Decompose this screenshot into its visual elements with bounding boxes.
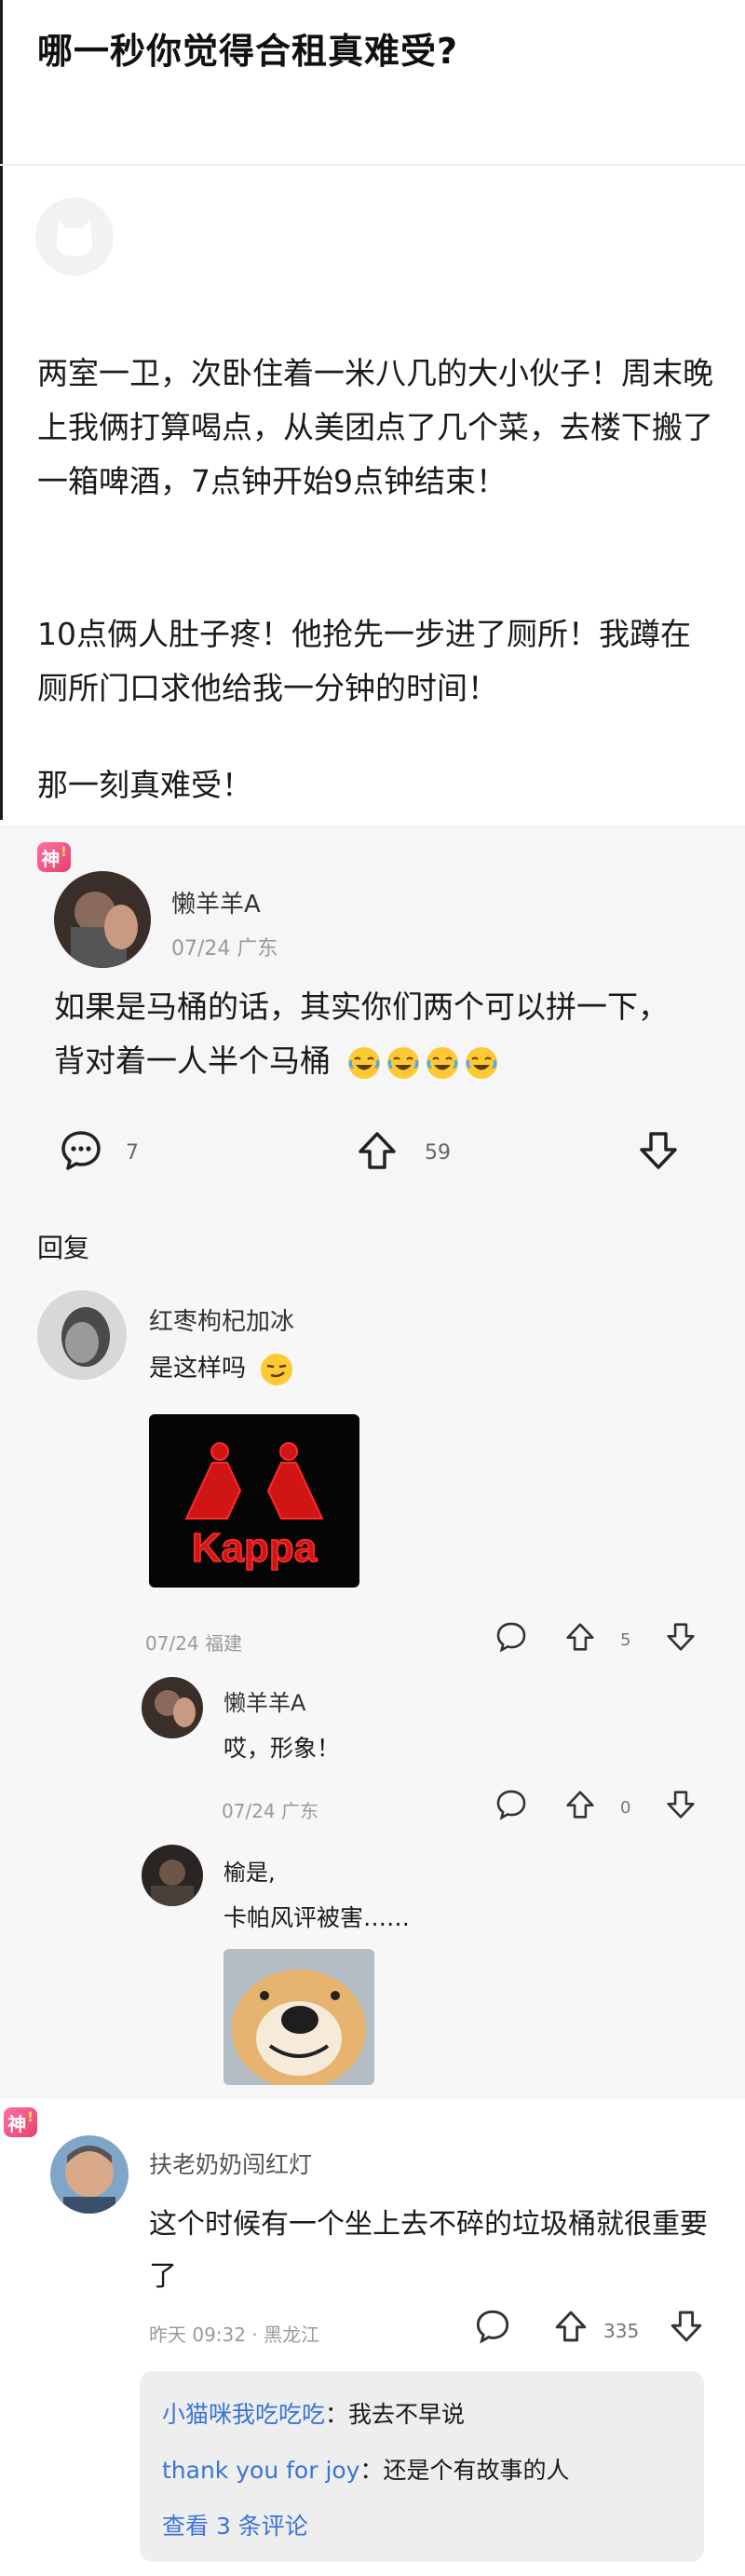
like-count: 335	[603, 2320, 640, 2342]
upvote-button[interactable]	[356, 1129, 399, 1176]
badge-label: 神	[7, 2112, 27, 2135]
downvote-arrow-icon	[667, 1623, 695, 1651]
sub-reply-sep: ：	[325, 2401, 349, 2428]
kappa-logo: Kappa	[184, 1442, 324, 1572]
laughing-tears-icon	[347, 1046, 380, 1079]
comment-button[interactable]	[60, 1129, 102, 1176]
upvote-button[interactable]	[553, 2309, 589, 2348]
laughing-tears-icon	[465, 1046, 497, 1079]
post-paragraph-3: 那一刻真难受！	[37, 767, 252, 803]
page-title: 哪一秒你觉得合租真难受?	[37, 31, 459, 72]
downvote-button[interactable]	[669, 2309, 704, 2348]
sub-reply-author[interactable]: 小猫咪我吃吃吃	[162, 2401, 325, 2428]
kappa-logo-text: Kappa	[192, 1525, 318, 1571]
comment-bubble-icon	[61, 1131, 101, 1170]
avatar-photo	[54, 871, 151, 968]
reply-text: 卡帕风评被害……	[224, 1904, 411, 1931]
reply-username[interactable]: 懒羊羊A	[224, 1684, 305, 1717]
upvote-arrow-icon	[359, 1132, 396, 1169]
downvote-button[interactable]	[637, 1129, 680, 1176]
comment-text: 如果是马桶的话，其实你们两个可以拼一下，背对着一人半个马桶	[54, 980, 697, 1088]
badge-label: 神	[41, 847, 61, 870]
sub-reply-sep: ：	[359, 2457, 384, 2484]
comment-button[interactable]	[475, 2309, 510, 2348]
reply-text: 哎，形象！	[224, 1735, 341, 1762]
reply-meta: 07/24 福建	[145, 1632, 242, 1655]
reply-comment-button[interactable]	[495, 1789, 527, 1824]
avatar-photo	[37, 1290, 127, 1380]
laughing-tears-icon	[386, 1046, 419, 1079]
comment-bubble-icon	[496, 1622, 526, 1653]
downvote-arrow-icon	[667, 1791, 695, 1819]
comment-count: 7	[126, 1141, 139, 1165]
downvote-button[interactable]	[665, 1621, 697, 1656]
comment-text: 这个时候有一个坐上去不碎的垃圾桶就很重要了	[149, 2208, 708, 2293]
reply-image[interactable]: Kappa	[149, 1414, 359, 1588]
sub-reply[interactable]: thank you for joy：还是个有故事的人	[162, 2452, 570, 2486]
comment-meta: 昨天 09:32 · 黑龙江	[149, 2324, 320, 2346]
sub-reply-author[interactable]: thank you for joy	[162, 2457, 359, 2484]
sub-reply-text: 还是个有故事的人	[383, 2457, 570, 2484]
comment-username[interactable]: 扶老奶奶闯红灯	[149, 2147, 312, 2180]
comment-bubble-icon	[496, 1790, 526, 1820]
reply-comment-button[interactable]	[495, 1621, 527, 1656]
upvote-arrow-icon	[566, 1623, 594, 1651]
downvote-button[interactable]	[665, 1789, 697, 1824]
like-count: 59	[425, 1141, 451, 1165]
avatar[interactable]	[142, 1677, 203, 1738]
reply-username[interactable]: 红枣枸杞加冰	[149, 1302, 294, 1337]
laughing-tears-icon	[426, 1046, 458, 1079]
avatar[interactable]	[142, 1845, 203, 1906]
upvote-arrow-icon	[555, 2310, 587, 2342]
reply-meta: 07/24 广东	[222, 1800, 318, 1822]
god-comment-badge: 神!	[4, 2107, 37, 2137]
downvote-arrow-icon	[640, 1132, 677, 1169]
smirk-face-icon	[261, 1353, 293, 1385]
left-accent-bar	[0, 0, 3, 820]
reply-image[interactable]	[224, 1949, 374, 2085]
reply-text-body: 是这样吗	[149, 1355, 247, 1383]
avatar[interactable]	[54, 871, 151, 968]
comment-meta: 07/24 广东	[171, 937, 278, 961]
avatar[interactable]	[50, 2135, 129, 2214]
like-count: 5	[620, 1630, 631, 1650]
author-avatar[interactable]	[35, 198, 114, 276]
view-more-replies-link[interactable]: 查看 3 条评论	[162, 2508, 308, 2542]
cat-icon	[57, 219, 92, 256]
avatar-photo	[142, 1677, 203, 1738]
post-paragraph-1: 两室一卫，次卧住着一米八几的大小伙子！周末晚上我俩打算喝点，从美团点了几个菜，去…	[37, 355, 713, 499]
divider	[0, 164, 745, 166]
god-comment-badge: 神!	[37, 842, 71, 872]
upvote-arrow-icon	[566, 1791, 594, 1819]
upvote-button[interactable]	[564, 1621, 596, 1656]
comment-username[interactable]: 懒羊羊A	[171, 885, 261, 920]
avatar[interactable]	[37, 1290, 127, 1380]
sub-reply[interactable]: 小猫咪我吃吃吃：我去不早说	[162, 2396, 465, 2430]
smiling-dog-photo	[224, 1949, 374, 2085]
downvote-arrow-icon	[670, 2310, 702, 2342]
upvote-button[interactable]	[564, 1789, 596, 1824]
replies-header: 回复	[37, 1233, 90, 1263]
avatar-photo	[142, 1845, 203, 1906]
comment-bubble-icon	[476, 2310, 509, 2344]
post-paragraph-2: 10点俩人肚子疼！他抢先一步进了厕所！我蹲在厕所门口求他给我一分钟的时间！	[37, 616, 691, 706]
reply-username[interactable]: 榆是,	[224, 1854, 276, 1887]
reply-text: 是这样吗	[149, 1345, 293, 1392]
avatar-photo	[50, 2135, 129, 2214]
sub-reply-text: 我去不早说	[348, 2401, 466, 2428]
like-count: 0	[620, 1798, 631, 1818]
